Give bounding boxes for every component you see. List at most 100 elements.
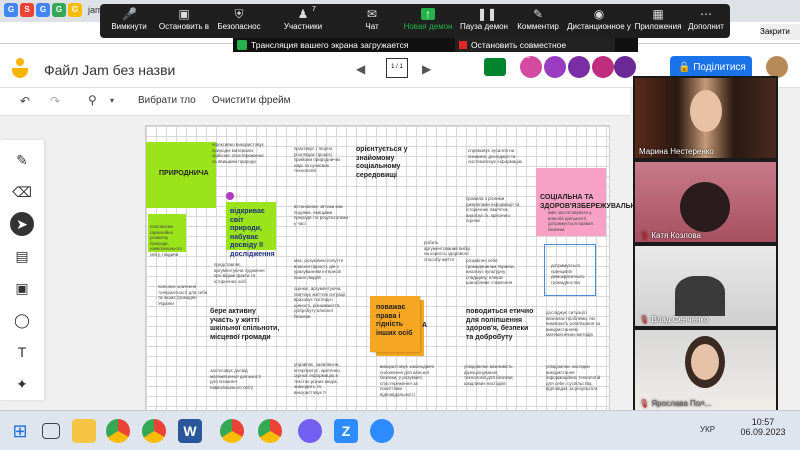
file-title[interactable]: Файл Jam без назви xyxy=(44,62,175,78)
participant-face xyxy=(691,344,719,380)
task-view-icon[interactable] xyxy=(42,423,60,439)
file-explorer-icon[interactable] xyxy=(72,419,96,443)
tab-favicon-g4[interactable]: G xyxy=(68,3,82,17)
text-note[interactable]: досліджує ситуації і визначає проблеми, … xyxy=(546,310,602,338)
text-note[interactable]: робить аргументований вибір на користь з… xyxy=(424,240,472,262)
text-box-icon[interactable]: T xyxy=(10,340,34,364)
close-tab-button[interactable]: Закрити xyxy=(760,24,800,40)
zoom-icon[interactable]: ⚲ xyxy=(88,93,97,107)
zoom-app-icon[interactable]: Z xyxy=(334,419,358,443)
text-note[interactable]: бере активну участь у житті шкільної спі… xyxy=(210,308,280,342)
clock-time: 10:57 xyxy=(751,417,775,427)
pause-share-button[interactable]: ❚❚ Пауза демон xyxy=(458,6,510,36)
chat-icon: ✉ xyxy=(366,7,378,21)
remote-control-button[interactable]: ◉ Дистанционное у xyxy=(566,6,632,36)
participant-tile[interactable]: 🎙 Влад Сенченко xyxy=(635,246,776,326)
pen-icon[interactable]: ✎ xyxy=(10,148,34,172)
stop-video-button[interactable]: ▣ Остановить в xyxy=(158,6,210,36)
tab-favicon-google[interactable]: G xyxy=(4,3,18,17)
pink-sticky-note[interactable]: СОЦІАЛЬНА ТА ЗДОРОВ'ЯЗБЕРЕЖУВАЛЬНА вміє … xyxy=(536,168,641,236)
text-note[interactable]: ефективно використовує природні матеріал… xyxy=(212,142,268,164)
zoom-app-icon[interactable] xyxy=(370,419,394,443)
apps-icon: ▦ xyxy=(652,7,664,21)
clock[interactable]: 10:57 06.09.2023 xyxy=(738,417,788,437)
tab-favicon-g3[interactable]: G xyxy=(52,3,66,17)
word-icon[interactable]: W xyxy=(178,419,202,443)
text-note[interactable]: застосовує досвід математичної діяльност… xyxy=(210,368,266,390)
laser-icon[interactable]: ✦ xyxy=(10,372,34,396)
shield-icon: ⛨ xyxy=(234,7,244,21)
redo-icon[interactable]: ↷ xyxy=(50,94,60,108)
clear-frame-button[interactable]: Очистити фрейм xyxy=(212,95,291,106)
chrome-icon[interactable] xyxy=(142,419,166,443)
undo-icon[interactable]: ↶ xyxy=(20,94,30,108)
text-note[interactable]: використовує законодавчі положення для в… xyxy=(380,364,436,397)
text-note[interactable]: пояснює значення толерантності для себе … xyxy=(158,284,208,306)
new-share-button[interactable]: ↑ Новая демон xyxy=(402,6,454,36)
collaborator-cursor xyxy=(226,192,234,200)
select-background-button[interactable]: Вибрати тло xyxy=(138,95,196,106)
participant-tile[interactable]: 🎙 Ярослава Пол... ⌄ xyxy=(635,330,776,410)
green-sticky-note[interactable]: пояснюємо гармонійно розвитку природи, н… xyxy=(148,214,186,257)
annotate-button[interactable]: ✎ Комментир xyxy=(514,6,562,36)
share-status-icon xyxy=(237,40,247,50)
sticky-note-icon[interactable]: ▤ xyxy=(10,244,34,268)
participant-tile[interactable]: 🎙 Катя Козлова xyxy=(635,162,776,242)
frame-indicator[interactable]: 1 / 1 xyxy=(386,58,408,78)
security-button[interactable]: ⛨ Безопаснос xyxy=(216,6,262,36)
edit-toolbar: ↶ ↷ ⚲ ▾ Вибрати тло Очистити фрейм xyxy=(0,88,630,116)
chat-button[interactable]: ✉ Чат xyxy=(354,6,390,36)
selected-text-box[interactable]: дотримується принципів демократичного гр… xyxy=(544,244,596,296)
chevron-down-icon[interactable]: ▾ xyxy=(110,96,114,105)
participants-button[interactable]: ♟ Участники 7 xyxy=(280,6,326,36)
participant-name: 🎙 Катя Козлова xyxy=(639,231,701,240)
text-note[interactable]: усвідомлює наслідки використання інформа… xyxy=(546,364,602,392)
orange-sticky-note[interactable]: поважає права і гідність інших осіб А xyxy=(370,296,427,352)
stop-share-button[interactable]: Остановить совместное использование xyxy=(455,38,615,60)
chrome-icon[interactable] xyxy=(258,419,282,443)
mute-button[interactable]: 🎤 Вимкнути xyxy=(106,6,152,36)
chrome-icon[interactable] xyxy=(106,419,130,443)
text-note[interactable]: спрямовує зусилля на пізнання, досліджує… xyxy=(468,148,524,165)
text-note[interactable]: усвідомлює важливість функціонування тех… xyxy=(464,364,520,386)
more-dots-icon: ⋯ xyxy=(700,7,712,21)
participant-tile[interactable]: Марина Нестеренко xyxy=(635,78,776,158)
participants-icon: ♟ xyxy=(297,7,309,21)
windows-start-icon[interactable]: ⊞ xyxy=(8,419,32,443)
jam-canvas[interactable]: ПРИРОДНИЧА пояснюємо гармонійно розвитку… xyxy=(145,125,641,415)
text-note[interactable]: представляє, аргументуючи судження про в… xyxy=(214,262,270,284)
keyboard-language[interactable]: УКР xyxy=(700,425,715,434)
apps-button[interactable]: ▦ Приложения xyxy=(634,6,682,36)
green-sticky-note[interactable]: ПРИРОДНИЧА xyxy=(146,142,216,208)
text-note[interactable]: правила з різними джерелами інформації т… xyxy=(466,196,522,224)
meet-icon[interactable] xyxy=(484,58,506,76)
text-note[interactable]: орієнтується у знайомому соціальному сер… xyxy=(356,146,426,180)
text-note[interactable]: встановлює зв'язки між подіями, явищами … xyxy=(294,204,350,226)
text-note[interactable]: поводиться етично для поліпшення здоров'… xyxy=(466,308,536,342)
frame-prev-icon[interactable]: ◀ xyxy=(356,62,365,76)
share-status-text: Трансляция вашего экрана загружается xyxy=(251,40,409,50)
text-note[interactable]: управляє, заявляючи, інтерпретує, критич… xyxy=(294,362,350,395)
text-note[interactable]: оцінює, аргументуючи, пов'язує життєві с… xyxy=(294,286,350,319)
frame-next-icon[interactable]: ▶ xyxy=(422,62,431,76)
participant-face xyxy=(690,90,722,132)
participants-count: 7 xyxy=(312,6,316,13)
user-avatar[interactable] xyxy=(766,56,788,78)
chevron-down-icon[interactable]: ⌄ xyxy=(699,399,707,410)
image-icon[interactable]: ▣ xyxy=(10,276,34,300)
chrome-icon[interactable] xyxy=(220,419,244,443)
avatar-collaborator[interactable] xyxy=(614,56,636,78)
tab-favicon-g2[interactable]: G xyxy=(36,3,50,17)
text-note[interactable]: має, розуміючи почуття власної гідності,… xyxy=(294,258,350,280)
more-button[interactable]: ⋯ Дополнит xyxy=(686,6,726,36)
select-pointer-icon[interactable]: ➤ xyxy=(10,212,34,236)
text-note[interactable]: розуміння себе громадянином України, ана… xyxy=(466,258,522,286)
green-sticky-note[interactable]: відкриває світ природи, набуває досвіду … xyxy=(226,202,276,258)
eraser-icon[interactable]: ⌫ xyxy=(10,180,34,204)
tab-favicon-s[interactable]: S xyxy=(20,3,34,17)
close-tab-label: Закрити xyxy=(760,27,790,36)
viber-icon[interactable] xyxy=(298,419,322,443)
text-note[interactable]: практикує і творчо розглядає процесі при… xyxy=(294,146,350,174)
circle-shape-icon[interactable]: ◯ xyxy=(10,308,34,332)
stop-square-icon xyxy=(459,41,467,49)
